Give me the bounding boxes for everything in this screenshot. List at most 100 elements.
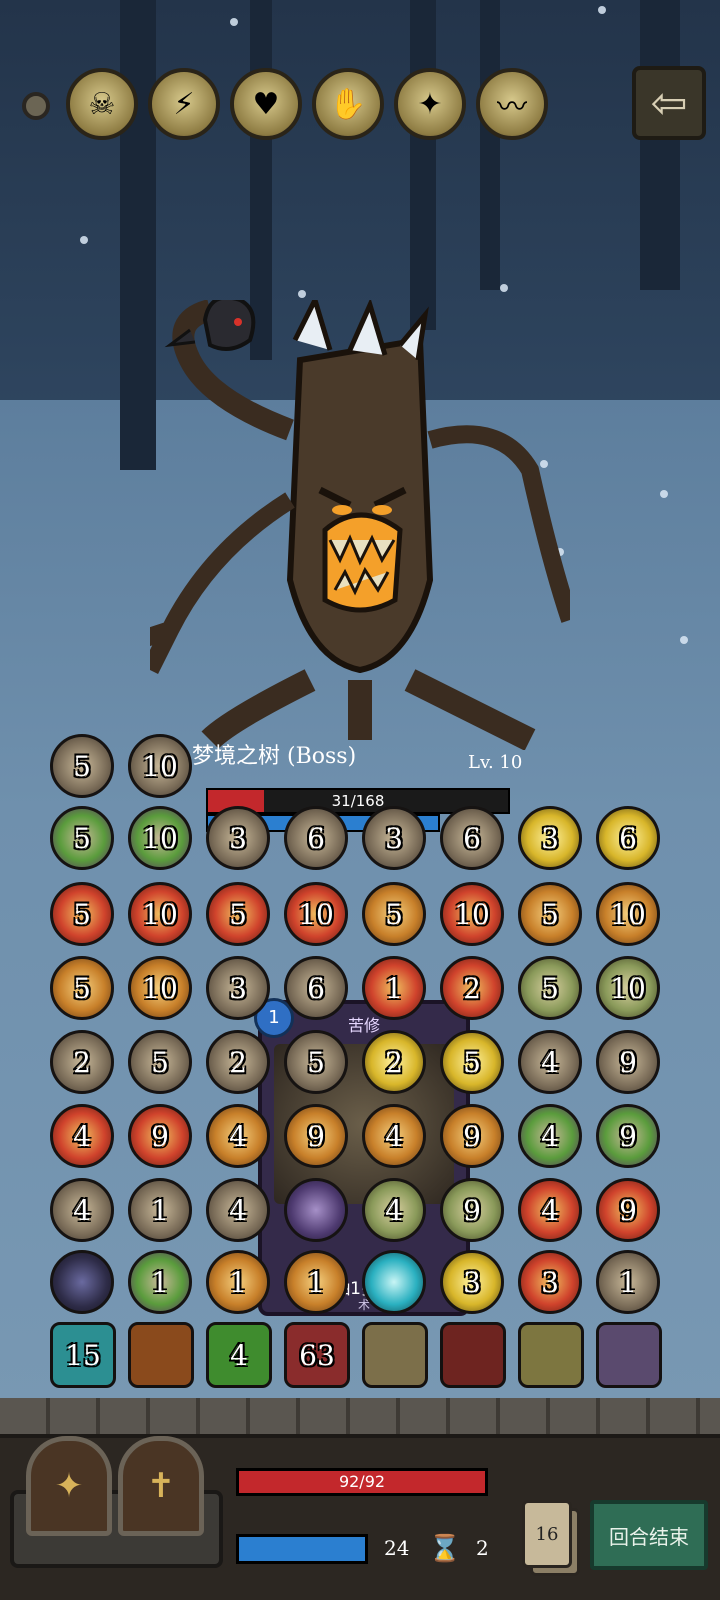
skill-token[interactable]: 1 (128, 1250, 192, 1314)
skill-token[interactable]: 5 (518, 882, 582, 946)
player-energy-value: 24 (384, 1536, 410, 1560)
player-energy-bar (236, 1534, 368, 1564)
token-value: 6 (307, 971, 325, 1005)
token-value: 5 (541, 971, 559, 1005)
skill-token[interactable]: 3 (206, 956, 270, 1020)
spellbook-power[interactable] (596, 1322, 662, 1388)
skill-token[interactable]: 4 (50, 1178, 114, 1242)
token-value: 4 (541, 1193, 559, 1227)
red-strike-power[interactable]: 63 (284, 1322, 350, 1388)
skill-token[interactable]: 9 (440, 1104, 504, 1168)
skill-token[interactable]: 10 (596, 956, 660, 1020)
skill-token[interactable]: 3 (440, 1250, 504, 1314)
skill-token[interactable]: 5 (50, 882, 114, 946)
skill-token[interactable]: 9 (284, 1104, 348, 1168)
skill-token[interactable]: 6 (596, 806, 660, 870)
token-value: 1 (229, 1265, 247, 1299)
token-value: 10 (142, 749, 178, 783)
token-value: 6 (619, 821, 637, 855)
hero-portrait-left[interactable]: ✦ (26, 1436, 112, 1536)
lightning-ward-skill[interactable]: ⚡ (148, 68, 220, 140)
red-demon-power[interactable] (440, 1322, 506, 1388)
wizard-power[interactable] (518, 1322, 584, 1388)
skill-token[interactable]: 2 (362, 1030, 426, 1094)
skill-token[interactable]: 10 (440, 882, 504, 946)
green-heal-power[interactable]: 4 (206, 1322, 272, 1388)
skill-token[interactable] (284, 1178, 348, 1242)
skill-token[interactable]: 10 (128, 956, 192, 1020)
skill-token[interactable]: 5 (284, 1030, 348, 1094)
skill-token[interactable]: 10 (596, 882, 660, 946)
token-value: 4 (541, 1045, 559, 1079)
hand-cross-icon: ✝ (146, 1466, 176, 1506)
skill-token[interactable]: 1 (284, 1250, 348, 1314)
skill-token[interactable]: 9 (128, 1104, 192, 1168)
end-turn-button[interactable]: 回合结束 (590, 1500, 708, 1570)
cyan-shield-power[interactable]: 15 (50, 1322, 116, 1388)
skill-token[interactable]: 4 (518, 1104, 582, 1168)
skill-token[interactable]: 5 (518, 956, 582, 1020)
monk-power[interactable] (362, 1322, 428, 1388)
token-value: 5 (229, 897, 247, 931)
skill-token[interactable]: 5 (50, 956, 114, 1020)
token-value: 5 (73, 897, 91, 931)
skill-token[interactable]: 1 (128, 1178, 192, 1242)
skill-token[interactable]: 9 (596, 1030, 660, 1094)
skill-token[interactable]: 4 (362, 1104, 426, 1168)
skill-token[interactable]: 5 (128, 1030, 192, 1094)
skill-token[interactable]: 10 (128, 806, 192, 870)
token-value: 1 (151, 1265, 169, 1299)
skill-token[interactable]: 1 (206, 1250, 270, 1314)
fire-hand-skill-icon: ✋ (329, 86, 367, 122)
skill-token[interactable]: 2 (440, 956, 504, 1020)
skill-token[interactable]: 2 (206, 1030, 270, 1094)
token-value: 3 (385, 821, 403, 855)
skill-token[interactable]: 10 (128, 882, 192, 946)
skill-token[interactable]: 9 (440, 1178, 504, 1242)
skill-token[interactable]: 5 (50, 806, 114, 870)
skill-token[interactable]: 6 (440, 806, 504, 870)
back-button[interactable]: ⇦ (632, 66, 706, 140)
skill-token[interactable]: 2 (50, 1030, 114, 1094)
golden-cross-power[interactable] (128, 1322, 194, 1388)
draw-pile[interactable]: 16 (522, 1500, 572, 1568)
angel-heart-skill[interactable]: ♥ (230, 68, 302, 140)
token-value: 2 (463, 971, 481, 1005)
skill-token[interactable]: 4 (518, 1030, 582, 1094)
skill-token[interactable]: 4 (518, 1178, 582, 1242)
skill-token[interactable]: 9 (596, 1104, 660, 1168)
settings-gear-icon[interactable] (22, 92, 50, 120)
skill-token[interactable]: 4 (362, 1178, 426, 1242)
crow-portrait-skill[interactable]: ☠ (66, 68, 138, 140)
skill-token[interactable]: 4 (206, 1178, 270, 1242)
skill-token[interactable]: 3 (206, 806, 270, 870)
skill-token[interactable]: 5 (206, 882, 270, 946)
skill-token[interactable]: 9 (596, 1178, 660, 1242)
skill-token[interactable]: 6 (284, 806, 348, 870)
skill-token[interactable]: 4 (50, 1104, 114, 1168)
token-value: 4 (385, 1119, 403, 1153)
token-value: 10 (142, 897, 178, 931)
fire-hand-skill[interactable]: ✋ (312, 68, 384, 140)
skill-token[interactable]: 3 (518, 806, 582, 870)
skill-token[interactable]: 5 (50, 734, 114, 798)
hero-portrait-right[interactable]: ✝ (118, 1436, 204, 1536)
skill-token[interactable]: 6 (284, 956, 348, 1020)
token-value: 4 (541, 1119, 559, 1153)
dream-tree-boss[interactable] (150, 300, 570, 750)
skill-token[interactable]: 4 (206, 1104, 270, 1168)
token-value: 5 (385, 897, 403, 931)
burst-fist-skill[interactable]: ✦ (394, 68, 466, 140)
skill-token[interactable]: 1 (596, 1250, 660, 1314)
token-value: 5 (73, 821, 91, 855)
skill-token[interactable]: 10 (128, 734, 192, 798)
golden-whip-skill[interactable]: 〰 (476, 68, 548, 140)
skill-token[interactable] (50, 1250, 114, 1314)
skill-token[interactable]: 10 (284, 882, 348, 946)
skill-token[interactable]: 5 (440, 1030, 504, 1094)
skill-token[interactable]: 3 (518, 1250, 582, 1314)
skill-token[interactable]: 1 (362, 956, 426, 1020)
skill-token[interactable] (362, 1250, 426, 1314)
skill-token[interactable]: 5 (362, 882, 426, 946)
skill-token[interactable]: 3 (362, 806, 426, 870)
